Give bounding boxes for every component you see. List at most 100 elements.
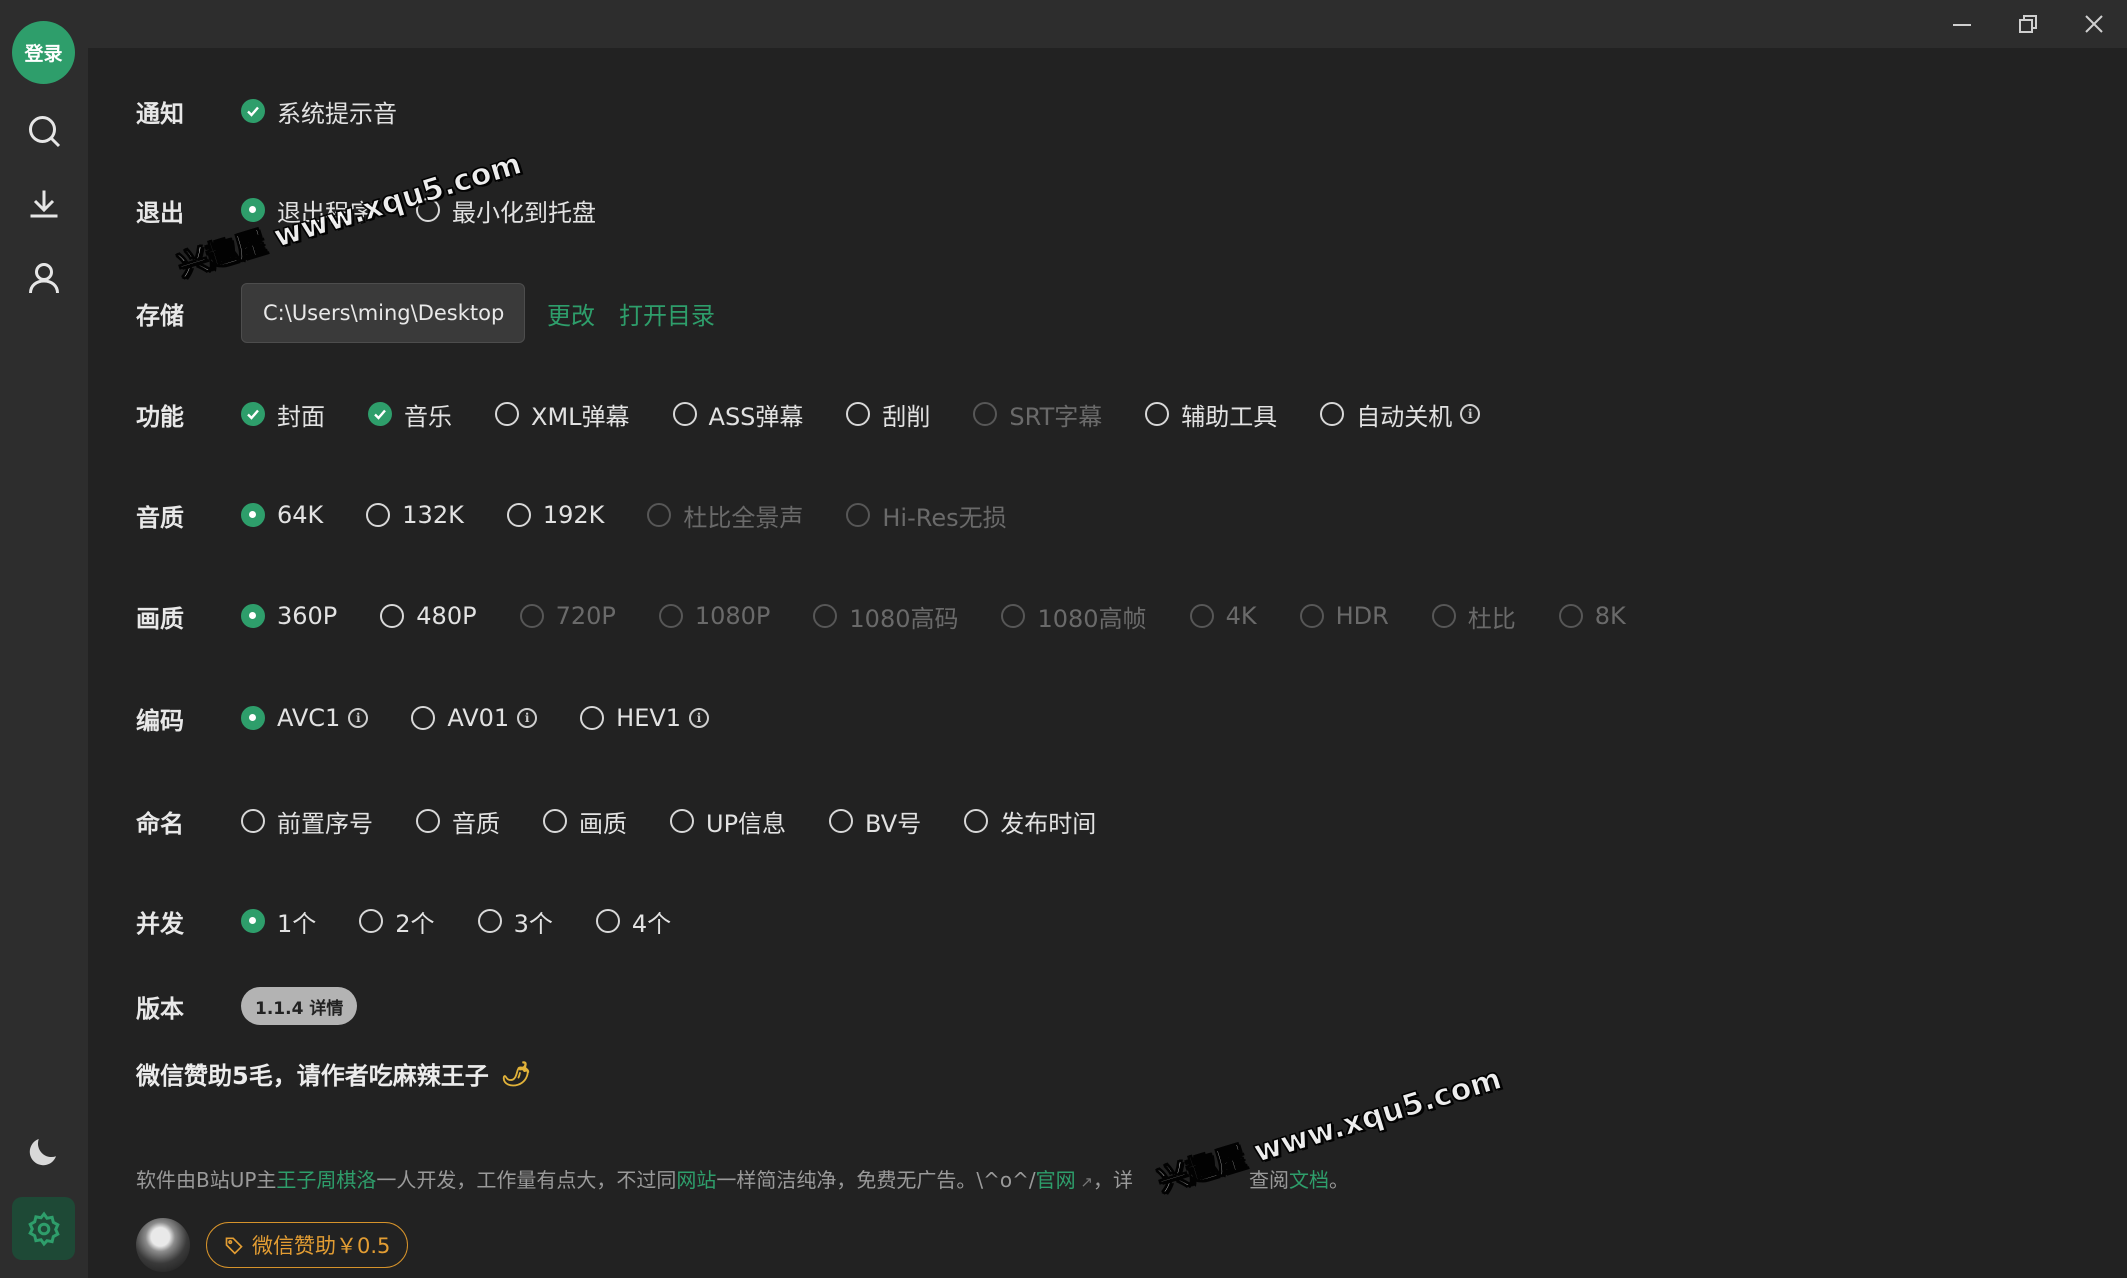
donate-button-label: 微信赞助￥0.5	[252, 1234, 391, 1258]
info-icon[interactable]: i	[1460, 404, 1481, 424]
option-features-4[interactable]: 刮削	[846, 397, 930, 432]
checkbox-checked-icon	[241, 99, 265, 123]
option-audio-quality-1[interactable]: 132K	[366, 501, 464, 529]
row-codec: 编码 AVC1 i AV01 i HEV1 i	[136, 698, 752, 738]
option-label: 480P	[416, 602, 477, 630]
author-avatar[interactable]	[136, 1218, 190, 1272]
info-icon[interactable]: i	[689, 708, 710, 728]
option-concurrency-2[interactable]: 3个	[477, 904, 553, 939]
official-site-link[interactable]: 官网	[1036, 1168, 1076, 1192]
option-label: 最小化到托盘	[452, 198, 596, 227]
options-codec: AVC1 i AV01 i HEV1 i	[241, 704, 752, 732]
option-naming-5[interactable]: 发布时间	[964, 804, 1096, 839]
option-label: 1个	[277, 909, 317, 938]
options-features: 封面 音乐 XML弹幕 ASS弹幕 刮削 SRT字幕 辅助工具 自动关机 i	[241, 397, 1523, 432]
option-notify-0[interactable]: 系统提示音	[241, 94, 397, 129]
option-naming-2[interactable]: 画质	[543, 804, 627, 839]
option-label: 音乐	[404, 402, 452, 431]
download-icon[interactable]	[20, 180, 68, 228]
author-link[interactable]: 王子周棋洛	[276, 1168, 376, 1192]
radio-unselected-icon	[595, 909, 620, 933]
row-concurrency: 并发 1个 2个 3个 4个	[136, 901, 714, 941]
option-audio-quality-2[interactable]: 192K	[506, 501, 604, 529]
option-label: HEV1	[616, 704, 682, 732]
option-codec-0[interactable]: AVC1 i	[241, 704, 369, 732]
row-storage: 存储 C:\Users\ming\Desktop 更改 打开目录	[136, 283, 739, 343]
row-version: 版本 1.1.4 详情	[136, 986, 358, 1026]
version-details-button[interactable]: 1.1.4 详情	[241, 987, 358, 1025]
minimize-icon[interactable]	[1938, 6, 1986, 42]
radio-selected-icon	[241, 909, 265, 933]
gear-icon[interactable]	[12, 1197, 75, 1260]
wechat-donate-button[interactable]: 微信赞助￥0.5	[206, 1222, 409, 1268]
row-label: 并发	[136, 909, 184, 938]
option-naming-0[interactable]: 前置序号	[241, 804, 373, 839]
option-concurrency-0[interactable]: 1个	[241, 904, 316, 939]
radio-unselected-icon	[1001, 604, 1026, 628]
chili-emoji-icon: 🌶	[500, 1059, 532, 1088]
option-label: 4个	[631, 909, 672, 938]
option-video-quality-9: 8K	[1558, 602, 1626, 630]
radio-unselected-icon	[672, 402, 697, 426]
info-icon[interactable]: i	[517, 708, 538, 728]
option-features-5: SRT字幕	[973, 397, 1102, 432]
option-exit-1[interactable]: 最小化到托盘	[416, 193, 596, 228]
radio-unselected-icon	[416, 198, 440, 222]
info-icon[interactable]: i	[348, 708, 369, 728]
option-exit-0[interactable]: 退出程序	[241, 193, 373, 228]
close-icon[interactable]	[2070, 6, 2118, 42]
row-label: 退出	[136, 198, 184, 227]
row-label: 画质	[136, 604, 184, 633]
option-label: 132K	[402, 501, 464, 529]
option-video-quality-1[interactable]: 480P	[380, 602, 477, 630]
radio-unselected-icon	[495, 402, 519, 426]
option-features-1[interactable]: 音乐	[368, 397, 452, 432]
option-features-0[interactable]: 封面	[241, 397, 325, 432]
radio-unselected-icon	[506, 503, 531, 527]
sidebar: 登录	[0, 0, 88, 1278]
storage-path-field[interactable]: C:\Users\ming\Desktop	[241, 283, 525, 343]
option-naming-4[interactable]: BV号	[829, 804, 921, 839]
docs-link[interactable]: 文档	[1289, 1168, 1329, 1192]
option-naming-1[interactable]: 音质	[416, 804, 500, 839]
option-label: AV01	[447, 704, 510, 732]
about-text-part: 软件由B站UP主	[136, 1168, 277, 1192]
radio-unselected-icon	[416, 809, 440, 833]
option-video-quality-8: 杜比	[1431, 599, 1516, 634]
row-audio-quality: 音质 64K 132K 192K 杜比全景声 Hi-Res无损	[136, 495, 1050, 535]
radio-unselected-icon	[380, 604, 405, 628]
options-audio-quality: 64K 132K 192K 杜比全景声 Hi-Res无损	[241, 498, 1050, 533]
option-naming-3[interactable]: UP信息	[670, 804, 786, 839]
option-video-quality-0[interactable]: 360P	[241, 602, 337, 630]
option-label: SRT字幕	[1009, 402, 1103, 431]
option-features-2[interactable]: XML弹幕	[495, 397, 630, 432]
row-exit: 退出 退出程序 最小化到托盘	[136, 190, 639, 230]
option-label: 2个	[395, 909, 435, 938]
external-link-icon: ↗	[1075, 1173, 1093, 1191]
option-concurrency-1[interactable]: 2个	[359, 904, 435, 939]
option-label: 4K	[1225, 602, 1257, 630]
option-codec-2[interactable]: HEV1 i	[580, 704, 710, 732]
restore-icon[interactable]	[2004, 6, 2052, 42]
option-features-7[interactable]: 自动关机 i	[1320, 397, 1481, 432]
open-directory-button[interactable]: 打开目录	[619, 296, 715, 331]
option-label: 3个	[513, 909, 553, 938]
about-text-part: 一样简洁纯净，免费无广告。\^o^/	[716, 1168, 1036, 1192]
search-icon[interactable]	[20, 107, 68, 155]
moon-icon[interactable]	[20, 1127, 68, 1175]
option-concurrency-3[interactable]: 4个	[595, 904, 672, 939]
option-label: 杜比	[1467, 604, 1516, 633]
radio-unselected-icon	[411, 706, 436, 730]
user-icon[interactable]	[20, 254, 68, 302]
change-path-button[interactable]: 更改	[547, 296, 595, 331]
option-features-6[interactable]: 辅助工具	[1145, 397, 1277, 432]
option-features-3[interactable]: ASS弹幕	[672, 397, 803, 432]
option-audio-quality-0[interactable]: 64K	[241, 501, 323, 529]
site-link[interactable]: 网站	[676, 1168, 716, 1192]
option-codec-1[interactable]: AV01 i	[411, 704, 538, 732]
login-button[interactable]: 登录	[12, 21, 75, 84]
options-concurrency: 1个 2个 3个 4个	[241, 904, 714, 939]
row-label: 功能	[136, 402, 184, 431]
option-label: HDR	[1335, 602, 1389, 630]
radio-unselected-icon	[1189, 604, 1214, 628]
